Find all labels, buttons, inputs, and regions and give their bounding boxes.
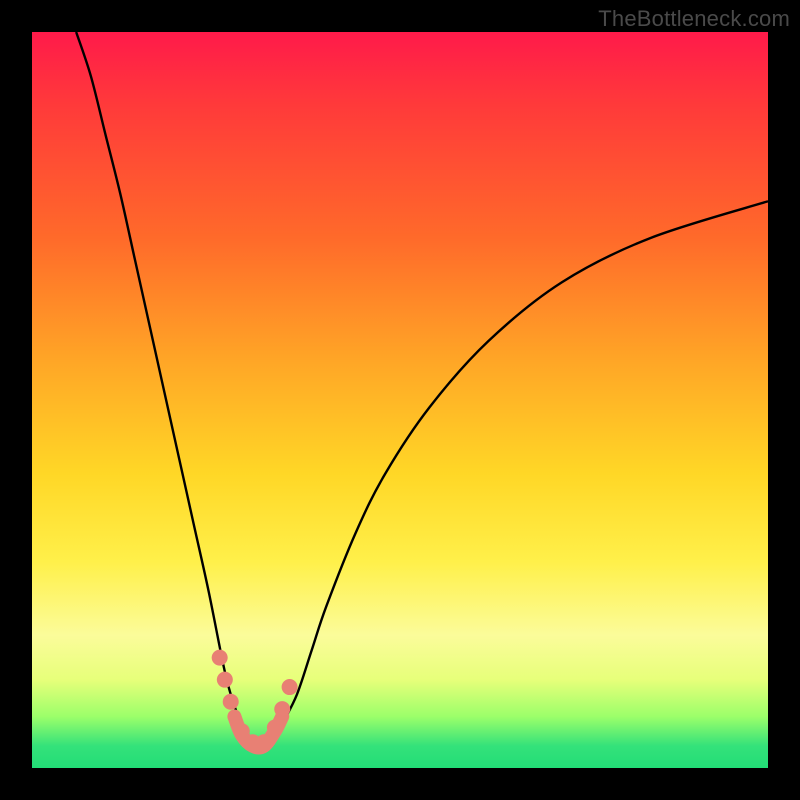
chart-svg [32,32,768,768]
plot-area [32,32,768,768]
marker-dot [282,679,298,695]
marker-dots [212,650,298,751]
marker-dot [217,672,233,688]
marker-dot [267,720,283,736]
bottleneck-curve [76,32,768,746]
marker-dot [274,701,290,717]
marker-dot [212,650,228,666]
marker-dot [256,734,272,750]
watermark-text: TheBottleneck.com [598,6,790,32]
marker-dot [223,694,239,710]
outer-frame: TheBottleneck.com [0,0,800,800]
